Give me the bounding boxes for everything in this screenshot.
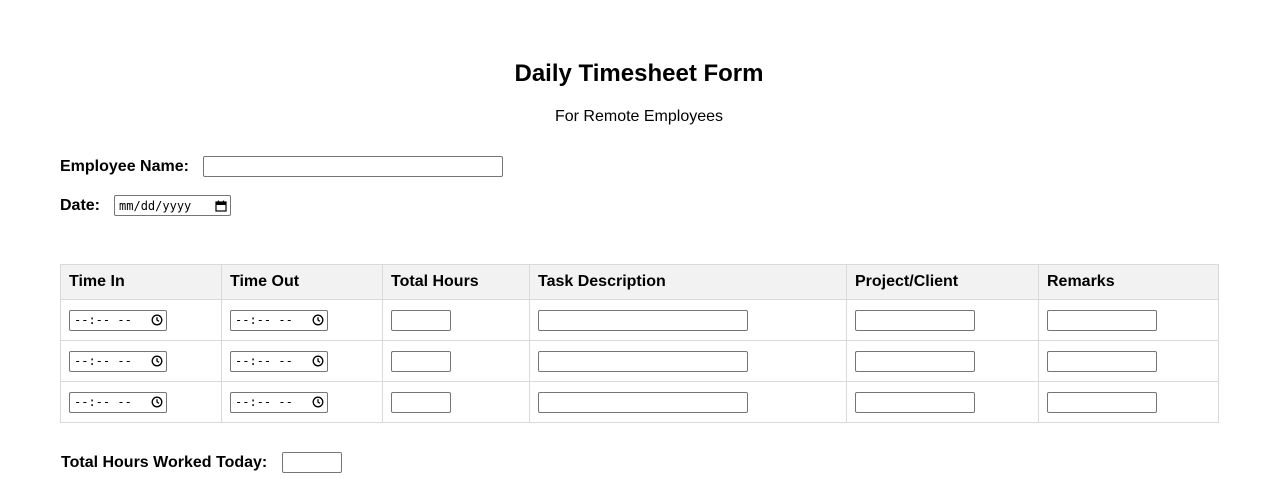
- project-client-cell: [846, 340, 1039, 382]
- table-row: --:-- -- --:-- --: [60, 299, 1219, 341]
- time-out-input[interactable]: --:-- --: [230, 391, 328, 413]
- total-hours-input[interactable]: [391, 309, 451, 331]
- task-description-input[interactable]: [538, 350, 748, 372]
- date-input[interactable]: mm/dd/yyyy: [114, 195, 232, 216]
- timesheet-page: Daily Timesheet Form For Remote Employee…: [0, 0, 1278, 501]
- clock-icon[interactable]: [312, 396, 324, 408]
- time-out-input[interactable]: --:-- --: [230, 350, 328, 372]
- clock-icon[interactable]: [151, 314, 163, 326]
- column-header-total-hours: Total Hours: [382, 264, 530, 300]
- column-header-time-in: Time In: [60, 264, 222, 300]
- column-header-task-description: Task Description: [529, 264, 847, 300]
- project-client-cell: [846, 381, 1039, 423]
- time-in-input[interactable]: --:-- --: [69, 391, 167, 413]
- time-placeholder: --:-- --: [74, 313, 132, 327]
- time-placeholder: --:-- --: [235, 313, 293, 327]
- time-out-cell: --:-- --: [221, 299, 383, 341]
- page-title: Daily Timesheet Form: [514, 60, 764, 87]
- clock-icon[interactable]: [312, 355, 324, 367]
- column-header-time-out: Time Out: [221, 264, 383, 300]
- column-header-project-client: Project/Client: [846, 264, 1039, 300]
- project-client-input[interactable]: [855, 350, 975, 372]
- calendar-icon[interactable]: [215, 200, 227, 212]
- employee-name-input[interactable]: [202, 156, 503, 177]
- employee-name-row: Employee Name:: [60, 156, 503, 177]
- time-in-cell: --:-- --: [60, 340, 222, 382]
- remarks-cell: [1038, 381, 1219, 423]
- total-hours-input[interactable]: [391, 391, 451, 413]
- time-out-cell: --:-- --: [221, 381, 383, 423]
- project-client-cell: [846, 299, 1039, 341]
- time-placeholder: --:-- --: [235, 395, 293, 409]
- clock-icon[interactable]: [312, 314, 324, 326]
- task-description-cell: [529, 381, 847, 423]
- time-out-input[interactable]: --:-- --: [230, 309, 328, 331]
- total-hours-cell: [382, 299, 530, 341]
- time-in-cell: --:-- --: [60, 381, 222, 423]
- remarks-input[interactable]: [1047, 309, 1157, 331]
- project-client-input[interactable]: [855, 309, 975, 331]
- task-description-input[interactable]: [538, 391, 748, 413]
- project-client-input[interactable]: [855, 391, 975, 413]
- column-header-remarks: Remarks: [1038, 264, 1219, 300]
- remarks-cell: [1038, 340, 1219, 382]
- total-hours-input[interactable]: [391, 350, 451, 372]
- timesheet-table: Time In Time Out Total Hours Task Descri…: [60, 264, 1219, 423]
- remarks-input[interactable]: [1047, 391, 1157, 413]
- date-row: Date: mm/dd/yyyy: [60, 195, 232, 216]
- table-row: --:-- -- --:-- --: [60, 340, 1219, 382]
- date-label: Date:: [60, 197, 101, 214]
- time-out-cell: --:-- --: [221, 340, 383, 382]
- table-row: --:-- -- --:-- --: [60, 381, 1219, 423]
- task-description-cell: [529, 299, 847, 341]
- total-hours-worked-label: Total Hours Worked Today:: [61, 454, 268, 471]
- time-placeholder: --:-- --: [74, 354, 132, 368]
- task-description-cell: [529, 340, 847, 382]
- date-placeholder: mm/dd/yyyy: [119, 198, 192, 213]
- task-description-input[interactable]: [538, 309, 748, 331]
- time-in-input[interactable]: --:-- --: [69, 350, 167, 372]
- remarks-cell: [1038, 299, 1219, 341]
- clock-icon[interactable]: [151, 355, 163, 367]
- employee-name-label: Employee Name:: [60, 158, 189, 175]
- table-header-row: Time In Time Out Total Hours Task Descri…: [60, 264, 1219, 300]
- page-subtitle: For Remote Employees: [554, 108, 724, 125]
- total-hours-cell: [382, 381, 530, 423]
- total-hours-row: Total Hours Worked Today:: [61, 452, 343, 473]
- time-placeholder: --:-- --: [235, 354, 293, 368]
- time-placeholder: --:-- --: [74, 395, 132, 409]
- time-in-cell: --:-- --: [60, 299, 222, 341]
- clock-icon[interactable]: [151, 396, 163, 408]
- remarks-input[interactable]: [1047, 350, 1157, 372]
- total-hours-worked-input[interactable]: [282, 452, 343, 473]
- total-hours-cell: [382, 340, 530, 382]
- time-in-input[interactable]: --:-- --: [69, 309, 167, 331]
